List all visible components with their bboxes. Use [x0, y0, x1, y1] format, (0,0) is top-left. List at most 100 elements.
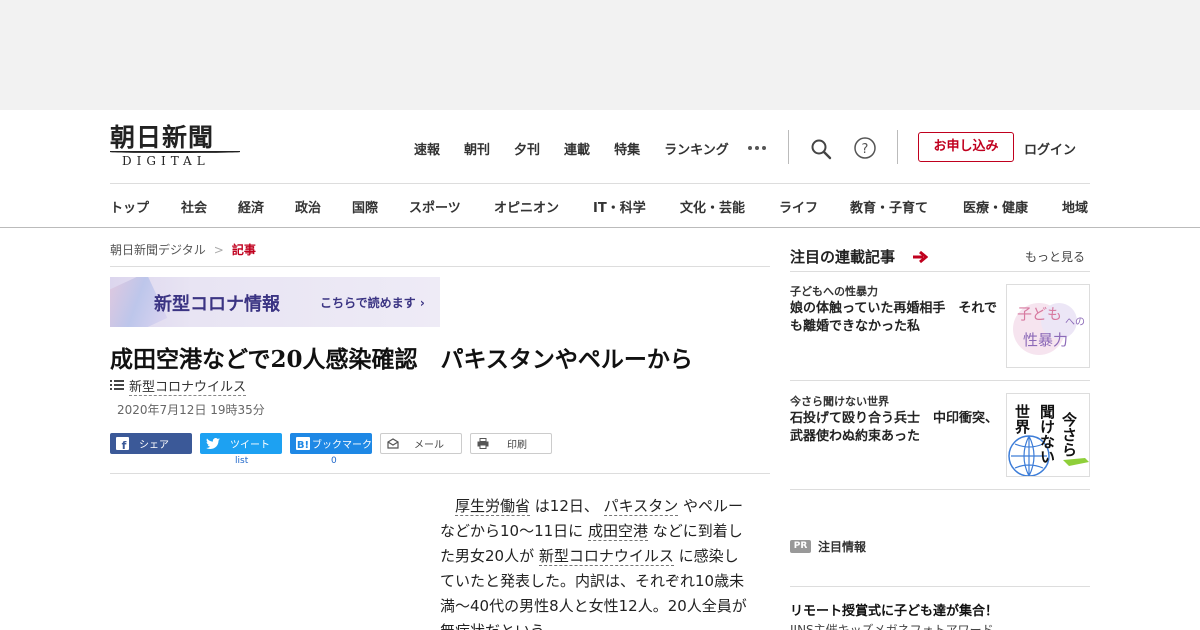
nav-yuukan[interactable]: 夕刊	[514, 139, 540, 158]
breadcrumb: 朝日新聞デジタル > 記事	[110, 241, 256, 258]
logo-main-text: 朝日新聞	[110, 123, 215, 152]
thumb-text: への	[1065, 317, 1085, 328]
thumb-text: 聞けない	[1038, 404, 1056, 464]
hatena-bookmark-label: ブックマーク	[312, 440, 372, 451]
series-thumbnail-art: 子ども への 性暴力	[1013, 303, 1085, 355]
cat-medical[interactable]: 医療・健康	[963, 197, 1028, 216]
print-label: 印刷	[507, 440, 527, 451]
cat-region[interactable]: 地域	[1062, 197, 1088, 216]
twitter-share-label: ツイート	[230, 440, 270, 451]
help-icon[interactable]: ?	[853, 136, 877, 160]
ad-space	[0, 0, 1200, 110]
cat-top[interactable]: トップ	[110, 197, 149, 216]
cat-seiji[interactable]: 政治	[295, 197, 321, 216]
sidebar-divider	[790, 489, 1090, 490]
article-tag-link[interactable]: 新型コロナウイルス	[129, 376, 247, 396]
hatena-bookmark-icon: B!	[296, 437, 310, 450]
nav-ranking[interactable]: ランキング	[664, 139, 729, 158]
nav-rensai[interactable]: 連載	[564, 139, 590, 158]
mail-share-button[interactable]: メール	[380, 433, 462, 454]
nav-tokushu[interactable]: 特集	[614, 139, 640, 158]
sidebar-divider	[790, 271, 1090, 272]
cat-it-science[interactable]: IT・科学	[593, 197, 646, 216]
pr-subtext[interactable]: JINS主催キッズメガネフォトアワード	[790, 621, 994, 630]
series-kicker[interactable]: 今さら聞けない世界	[790, 393, 889, 409]
subscribe-button[interactable]: お申し込み	[918, 132, 1014, 162]
mail-icon	[387, 438, 399, 449]
thumb-text: 世界	[1013, 403, 1031, 435]
twitter-icon	[206, 437, 220, 449]
thumb-text: 今さら	[1060, 411, 1078, 457]
article-headline: 成田空港などで20人感染確認 パキスタンやペルーから	[110, 346, 693, 373]
keyword-link[interactable]: 成田空港	[587, 522, 648, 541]
series-headline[interactable]: 娘の体触っていた再婚相手 それでも離婚できなかった私	[790, 300, 1002, 336]
print-button[interactable]: 印刷	[470, 433, 552, 454]
banner-link: こちらで読めます ›	[320, 294, 425, 311]
svg-text:B!: B!	[297, 440, 309, 450]
banner-link-text: こちらで読めます	[320, 296, 416, 310]
article-divider	[110, 473, 770, 474]
logo-sub-text: DIGITAL	[122, 154, 210, 168]
article-date: 2020年7月12日 19時35分	[117, 403, 265, 417]
pr-headline[interactable]: リモート授賞式に子ども達が集合！	[790, 600, 998, 619]
banner-title: 新型コロナ情報	[154, 294, 280, 315]
hatena-bookmark-count[interactable]: 0	[331, 456, 337, 466]
nav-sokuho[interactable]: 速報	[414, 139, 440, 158]
article-body: 厚生労働省 は12日、 パキスタン やペルーなどから10～11日に 成田空港 な…	[440, 494, 752, 630]
body-text: は12日、	[530, 497, 604, 515]
pr-section-title: 注目情報	[818, 540, 867, 554]
site-header: 朝日新聞 DIGITAL 速報 朝刊 夕刊 連載 特集 ランキング ? お申し込…	[0, 110, 1200, 228]
facebook-share-label: シェア	[139, 440, 169, 451]
cat-culture[interactable]: 文化・芸能	[680, 197, 745, 216]
thumb-text: 子ども	[1017, 305, 1062, 323]
series-thumbnail-art: 今さら 聞けない 世界	[1008, 403, 1089, 476]
cat-opinion[interactable]: オピニオン	[494, 197, 559, 216]
top-nav: 速報 朝刊 夕刊 連載 特集 ランキング	[414, 138, 753, 158]
breadcrumb-divider	[110, 266, 770, 267]
facebook-icon: f	[116, 437, 129, 450]
twitter-share-count[interactable]: list	[235, 456, 248, 466]
arrow-right-icon	[913, 250, 928, 264]
cat-shakai[interactable]: 社会	[181, 197, 207, 216]
hatena-bookmark-button[interactable]: B! ブックマーク	[290, 433, 372, 454]
svg-text:f: f	[122, 439, 127, 450]
search-icon[interactable]	[810, 138, 832, 160]
logo-underline	[110, 151, 240, 153]
header-divider	[788, 130, 789, 164]
breadcrumb-current: 記事	[231, 243, 256, 257]
breadcrumb-home[interactable]: 朝日新聞デジタル	[110, 243, 206, 257]
series-thumbnail[interactable]: 今さら 聞けない 世界	[1006, 393, 1090, 477]
twitter-share-button[interactable]: ツイート	[200, 433, 282, 454]
category-divider	[110, 183, 1090, 184]
keyword-link[interactable]: 厚生労働省	[455, 497, 531, 516]
sidebar-divider	[790, 380, 1090, 381]
sidebar-title[interactable]: 注目の連載記事	[790, 246, 895, 267]
header-divider-2	[897, 130, 898, 164]
cat-keizai[interactable]: 経済	[238, 197, 264, 216]
svg-text:?: ?	[862, 142, 869, 157]
category-nav: トップ 社会 経済 政治 国際 スポーツ オピニオン IT・科学 文化・芸能 ラ…	[0, 183, 1200, 228]
series-thumbnail[interactable]: 子ども への 性暴力	[1006, 284, 1090, 368]
series-headline[interactable]: 石投げて殴り合う兵士 中印衝突、武器使わぬ約束あった	[790, 410, 1002, 446]
cat-education[interactable]: 教育・子育て	[850, 197, 928, 216]
chevron-right-icon: ›	[419, 296, 425, 310]
breadcrumb-separator: >	[213, 243, 224, 257]
cat-sports[interactable]: スポーツ	[409, 197, 461, 216]
cat-life[interactable]: ライフ	[779, 197, 818, 216]
facebook-share-button[interactable]: f シェア	[110, 433, 192, 454]
sidebar-more-link[interactable]: もっと見る	[1025, 248, 1085, 265]
series-kicker[interactable]: 子どもへの性暴力	[790, 283, 878, 299]
pr-badge: PR	[790, 540, 811, 553]
site-logo[interactable]: 朝日新聞 DIGITAL	[110, 123, 240, 169]
mail-share-label: メール	[414, 440, 444, 451]
thumb-text: 性暴力	[1023, 331, 1068, 349]
keyword-link[interactable]: パキスタン	[603, 497, 679, 516]
keyword-link[interactable]: 新型コロナウイルス	[538, 547, 674, 566]
nav-choukan[interactable]: 朝刊	[464, 139, 490, 158]
login-link[interactable]: ログイン	[1024, 139, 1076, 158]
list-icon	[110, 380, 124, 390]
corona-info-banner[interactable]: 新型コロナ情報 こちらで読めます ›	[110, 277, 440, 327]
sidebar-divider	[790, 586, 1090, 587]
cat-kokusai[interactable]: 国際	[352, 197, 378, 216]
more-menu-icon[interactable]	[748, 146, 766, 150]
